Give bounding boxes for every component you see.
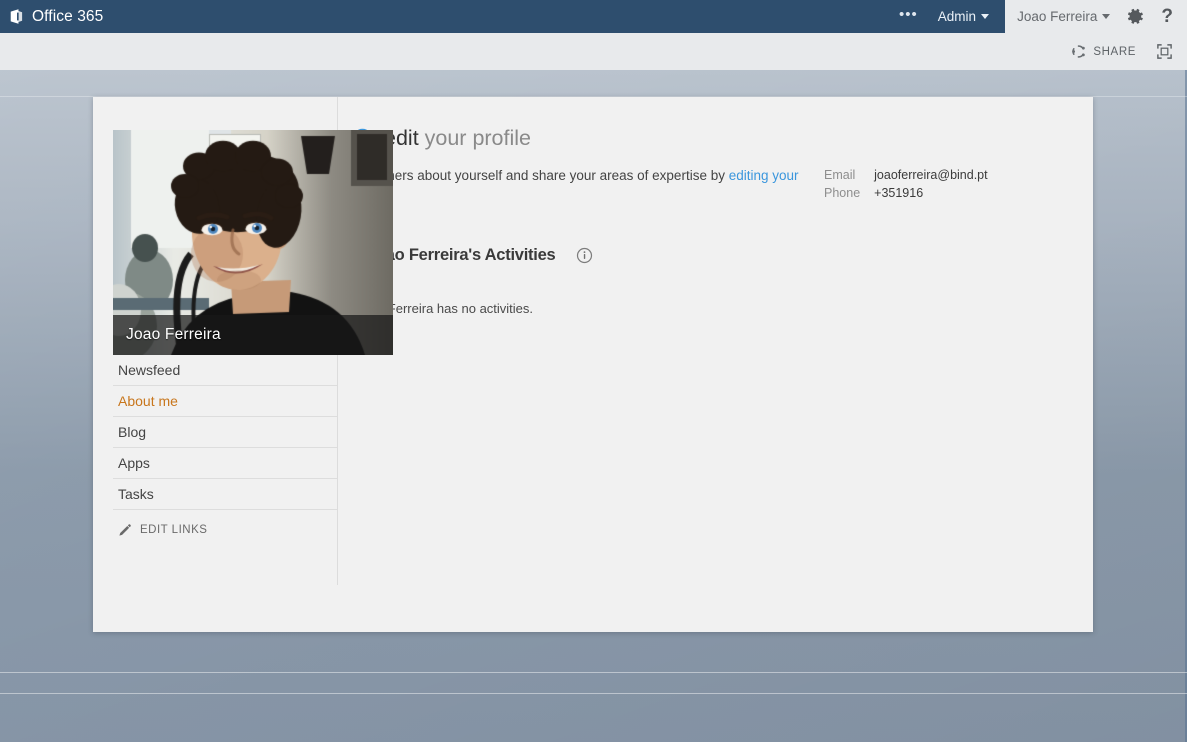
suite-bar-left: Office 365 ••• Admin — [0, 0, 1005, 33]
page-root: Office 365 ••• Admin Joao Ferreira ? SHA… — [0, 0, 1187, 742]
suite-bar: Office 365 ••• Admin Joao Ferreira ? — [0, 0, 1187, 33]
edit-links-button[interactable]: EDIT LINKS — [113, 515, 338, 545]
suite-bar-right: Joao Ferreira ? — [1005, 0, 1187, 33]
left-column: Joao Ferreira Newsfeed About me Blog App… — [93, 97, 393, 632]
edit-profile-header[interactable]: edit your profile — [352, 126, 1063, 151]
background-rule-1 — [0, 672, 1187, 673]
share-label: SHARE — [1093, 45, 1136, 58]
brand-label: Office 365 — [32, 7, 104, 25]
user-menu[interactable]: Joao Ferreira — [1017, 9, 1111, 24]
page-title: edit your profile — [384, 126, 531, 151]
nav-item-about-me[interactable]: About me — [113, 386, 338, 417]
activities-title: Joao Ferreira's Activities — [367, 246, 556, 264]
nav-item-newsfeed[interactable]: Newsfeed — [113, 355, 338, 386]
quick-launch-nav: Newsfeed About me Blog Apps Tasks EDIT L… — [113, 355, 338, 545]
focus-on-content-icon — [1157, 44, 1172, 59]
main-content: edit your profile Tell others about your… — [338, 97, 1093, 632]
activities-empty-message: Joao Ferreira has no activities. — [356, 301, 534, 316]
intro-text: Tell others about yourself and share you… — [352, 166, 812, 206]
help-icon[interactable]: ? — [1161, 6, 1173, 28]
background-rule-2 — [0, 693, 1187, 694]
info-icon[interactable] — [576, 247, 593, 264]
activities-header: Joao Ferreira's Activities — [352, 246, 1063, 265]
more-options-button[interactable]: ••• — [893, 6, 924, 28]
focus-on-content-button[interactable] — [1156, 43, 1173, 60]
nav-item-tasks[interactable]: Tasks — [113, 479, 338, 510]
profile-photo-name-band: Joao Ferreira — [113, 315, 393, 355]
phone-value: +351916 — [874, 186, 924, 200]
intro-row: Tell others about yourself and share you… — [352, 166, 1063, 206]
intro-prefix: Tell others about yourself and share you… — [352, 168, 729, 183]
chevron-down-icon — [981, 14, 989, 19]
share-icon — [1072, 45, 1086, 58]
email-label: Email — [824, 168, 856, 182]
gear-icon[interactable] — [1126, 7, 1145, 26]
admin-label: Admin — [937, 9, 976, 24]
edit-links-label: EDIT LINKS — [140, 524, 208, 536]
phone-label: Phone — [824, 186, 861, 200]
profile-photo-name: Joao Ferreira — [126, 326, 221, 343]
gear-icon-glyph — [1128, 8, 1144, 24]
office-logo-icon — [10, 9, 23, 24]
email-value: joaoferreira@bind.pt — [874, 168, 988, 182]
page-title-rest: your profile — [418, 126, 532, 150]
nav-item-blog[interactable]: Blog — [113, 417, 338, 448]
admin-menu[interactable]: Admin — [938, 9, 993, 24]
help-glyph: ? — [1161, 5, 1173, 27]
brand-area[interactable]: Office 365 — [8, 8, 103, 26]
contact-details: Email joaoferreira@bind.pt Phone +351916 — [824, 166, 988, 200]
profile-photo[interactable]: Joao Ferreira — [113, 130, 393, 355]
pencil-icon — [119, 523, 131, 536]
content-card: Joao Ferreira Newsfeed About me Blog App… — [93, 97, 1093, 632]
command-bar: SHARE — [0, 33, 1187, 70]
chevron-down-icon — [1102, 14, 1111, 19]
user-name-label: Joao Ferreira — [1017, 9, 1098, 24]
share-button[interactable]: SHARE — [1071, 44, 1136, 59]
suite-bar-actions: ••• Admin — [893, 6, 993, 28]
nav-item-apps[interactable]: Apps — [113, 448, 338, 479]
